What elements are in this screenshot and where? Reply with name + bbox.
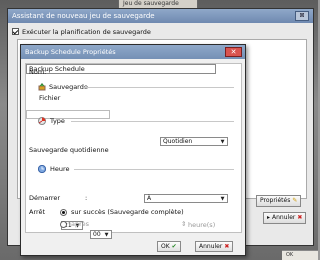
properties-icon: ✎ [292,197,298,204]
stop-on-success-radio[interactable] [60,208,67,216]
run-schedule-checkbox[interactable] [12,28,19,35]
time-separator: : [85,194,88,202]
backup-section-header: Sauvegarde [38,83,88,91]
backup-type-value: Fichier [39,94,61,102]
dialog-titlebar: Backup Schedule Propriétés ✕ [21,45,245,59]
dialog-cancel-label: Annuler [199,243,223,250]
hour-mode-select-value: À [147,195,152,202]
type-section-divider [71,121,234,122]
background-ok-label: OK [286,252,294,258]
dialog-body: Nom: Backup Schedule Sauvegarde Fichier … [25,63,242,239]
wizard-title: Assistant de nouveau jeu de sauvegarde [12,12,155,20]
start-minute-select[interactable]: 00 ▼ [90,230,112,239]
clock-icon [38,165,46,173]
backup-type-row: Fichier [39,94,60,102]
name-label: Nom: [29,68,47,76]
wizard-titlebar: Assistant de nouveau jeu de sauvegarde ⊠ [8,9,313,23]
dialog-ok-button[interactable]: OK ✔ [157,241,181,252]
wizard-cancel-button[interactable]: ▸ Annuler ✖ [263,212,307,224]
background-tab-label: Jeu de sauvegarde [123,0,179,7]
type-section-label: Type [50,117,65,125]
frequency-select[interactable]: Quotidien ▼ [160,137,228,146]
properties-button[interactable]: Propriétés ✎ [256,195,302,207]
frequency-select-value: Quotidien [163,138,193,145]
chevron-down-icon: ▼ [104,232,109,238]
cancel-x-icon: ✖ [297,214,303,221]
hour-section-label: Heure [50,165,70,173]
dialog-close-button[interactable]: ✕ [225,47,242,57]
backup-section-divider [84,87,234,88]
name-row: Nom: [29,68,46,76]
chevron-down-icon: ▼ [220,139,225,145]
stop-label: Arrêt [29,208,46,216]
hour-section-header: Heure [38,165,70,173]
dialog-cancel-button[interactable]: Annuler ✖ [195,241,234,252]
dialog-title: Backup Schedule Propriétés [25,48,116,56]
stop-after-label: après [71,220,90,228]
start-label: Démarrer [29,194,61,202]
stop-option-success-row: sur succès (Sauvegarde complète) [60,208,184,216]
stop-option-after-row: après [60,220,89,228]
stop-on-success-label: sur succès (Sauvegarde complète) [71,208,184,216]
type-section-header: Type [38,117,65,125]
run-schedule-row: Exécuter la planification de sauvegarde [12,26,151,37]
chevron-down-icon: ▼ [220,196,225,202]
stop-row: Arrêt [29,208,45,216]
run-schedule-label: Exécuter la planification de sauvegarde [22,27,151,36]
schedule-properties-dialog: Backup Schedule Propriétés ✕ Nom: Backup… [20,44,246,256]
stop-after-spinner-icon[interactable]: ⇕ [181,220,186,228]
backup-icon [38,83,46,91]
cancel-arrow-icon: ▸ [267,214,271,221]
hour-section-divider [74,169,234,170]
stop-after-unit: heure(s) [188,221,216,229]
type-summary-text: Sauvegarde quotidienne [29,146,109,154]
type-icon [38,117,46,125]
wizard-cancel-label: Annuler [272,214,296,221]
start-row: Démarrer [29,194,60,202]
dialog-ok-label: OK [161,243,170,250]
type-summary-row: Sauvegarde quotidienne [29,146,109,154]
name-input[interactable]: Backup Schedule [26,64,216,74]
hour-mode-select[interactable]: À ▼ [144,194,228,203]
wizard-close-button[interactable]: ⊠ [295,11,309,21]
start-minute-value: 00 [93,231,101,238]
check-icon: ✔ [171,243,177,250]
properties-button-label: Propriétés [260,197,291,204]
stop-after-radio[interactable] [60,220,67,228]
backup-section-label: Sauvegarde [49,83,88,91]
cancel-x-icon: ✖ [224,243,230,250]
